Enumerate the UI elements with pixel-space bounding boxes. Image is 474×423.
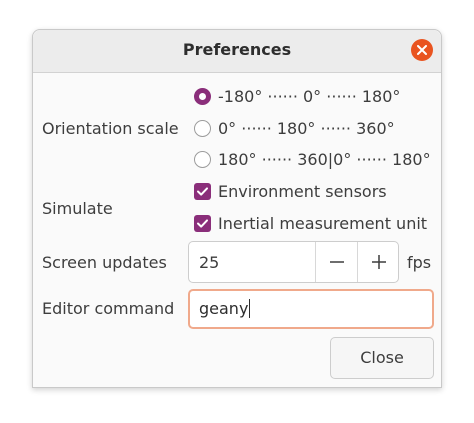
orientation-option-3-radio[interactable] <box>194 151 211 168</box>
decrement-button[interactable] <box>315 242 358 282</box>
checkmark-icon <box>197 219 208 228</box>
inertial-measurement-unit-checkbox[interactable] <box>194 215 211 232</box>
orientation-option-2-label[interactable]: 0° ······ 180° ······ 360° <box>218 119 395 138</box>
editor-command-label: Editor command <box>42 299 175 318</box>
orientation-option-1-radio[interactable] <box>194 88 211 105</box>
screen-updates-label: Screen updates <box>42 253 167 272</box>
minus-icon <box>330 261 344 263</box>
environment-sensors-checkbox[interactable] <box>194 183 211 200</box>
close-icon <box>417 45 427 55</box>
environment-sensors-label[interactable]: Environment sensors <box>218 182 387 201</box>
preferences-dialog: Preferences Orientation scale -180° ····… <box>32 29 442 388</box>
editor-command-value: geany <box>199 299 249 318</box>
fps-unit-label: fps <box>407 253 432 272</box>
plus-icon <box>372 255 386 269</box>
text-cursor <box>249 299 251 318</box>
orientation-scale-label: Orientation scale <box>42 119 179 138</box>
increment-button[interactable] <box>357 242 400 282</box>
editor-command-value-wrap: geany <box>199 299 251 318</box>
inertial-measurement-unit-label[interactable]: Inertial measurement unit <box>218 214 427 233</box>
orientation-option-3-label[interactable]: 180° ······ 360|0° ······ 180° <box>218 150 431 169</box>
window-close-button[interactable] <box>411 39 433 61</box>
editor-command-input[interactable]: geany <box>188 289 434 329</box>
close-button[interactable]: Close <box>330 337 434 379</box>
orientation-option-2-radio[interactable] <box>194 120 211 137</box>
simulate-label: Simulate <box>42 199 113 218</box>
orientation-option-1-label[interactable]: -180° ······ 0° ······ 180° <box>218 87 400 106</box>
window-title: Preferences <box>182 40 292 59</box>
title-bar[interactable]: Preferences <box>33 30 441 73</box>
screen-updates-spinbutton[interactable]: 25 <box>188 241 399 283</box>
screen-updates-value[interactable]: 25 <box>199 253 219 272</box>
checkmark-icon <box>197 187 208 196</box>
